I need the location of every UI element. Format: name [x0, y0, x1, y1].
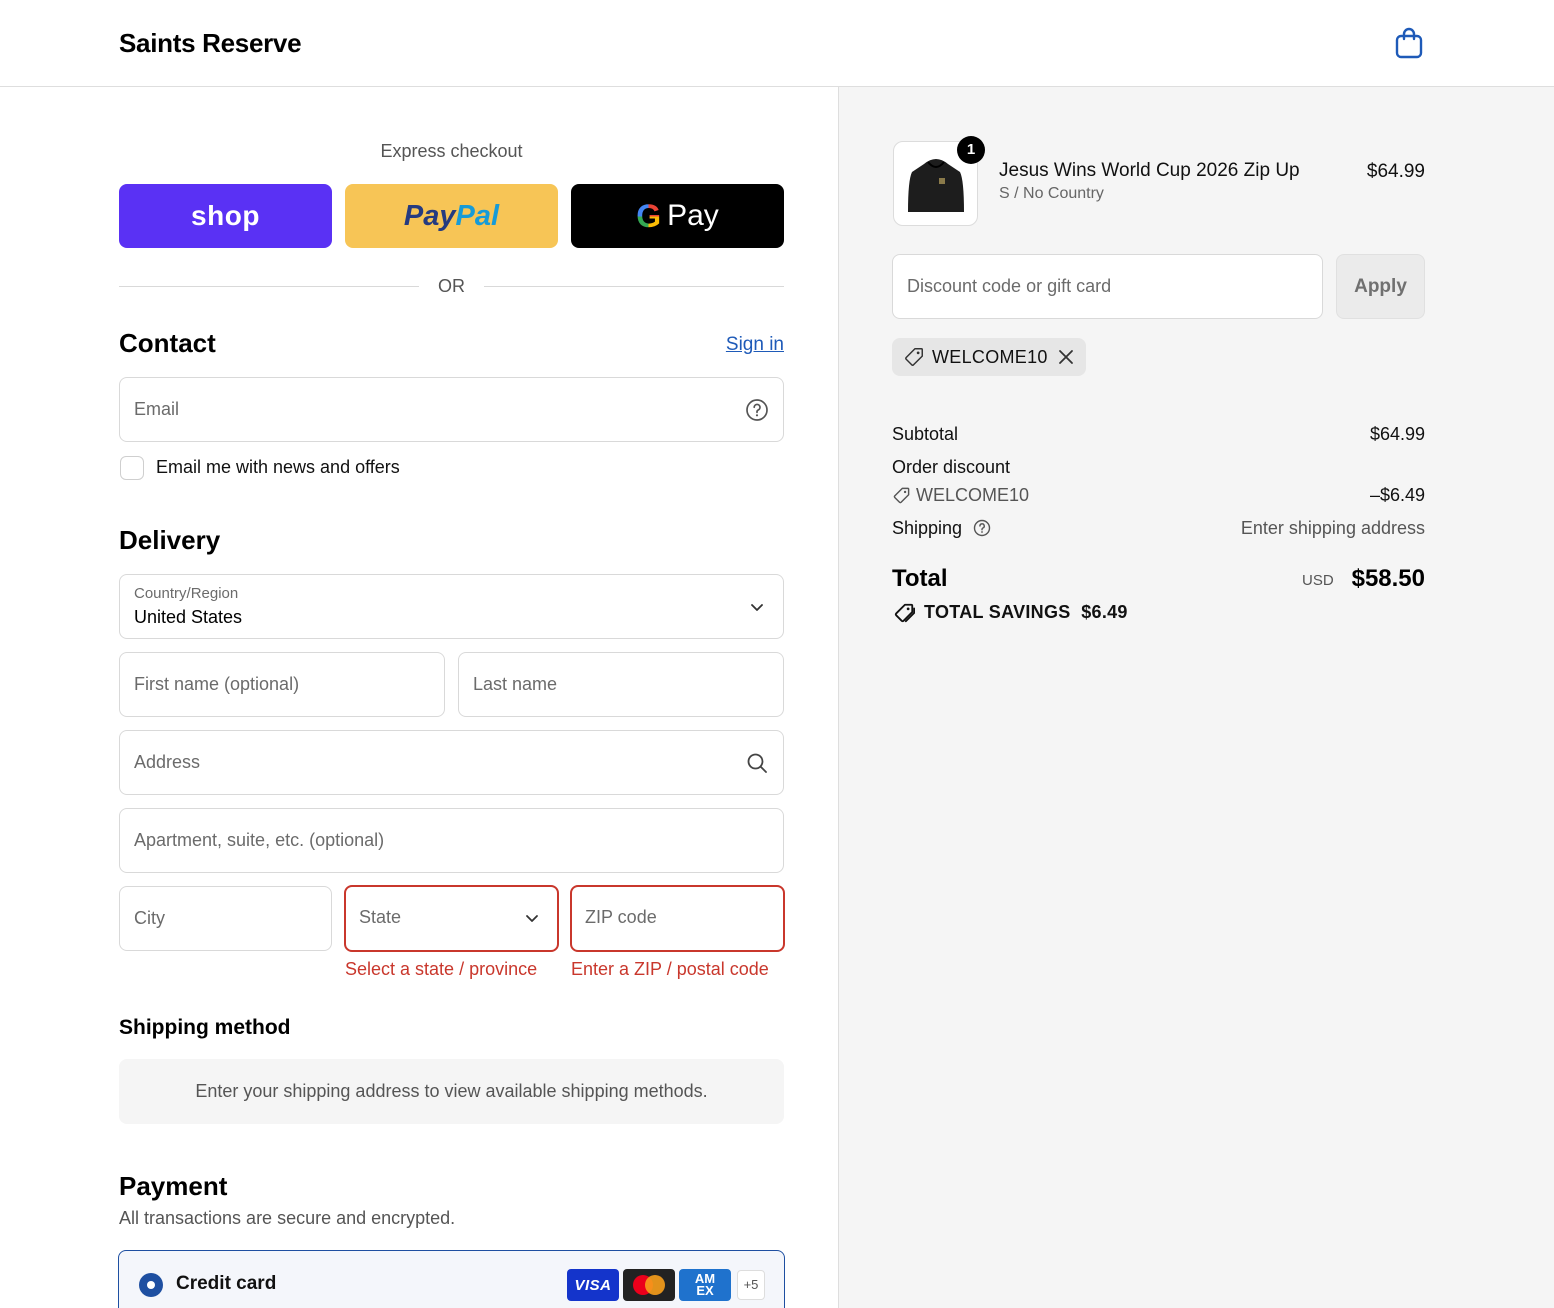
visa-card-icon: VISA [567, 1269, 619, 1301]
state-error-message: Select a state / province [345, 959, 538, 979]
express-checkout-label: Express checkout [380, 141, 523, 161]
savings-value: $6.49 [1081, 602, 1128, 622]
credit-card-option[interactable]: Credit card VISA AM EX +5 [118, 1250, 785, 1308]
paypal-button[interactable]: Pay Pal [345, 184, 558, 248]
subtotal-value: $64.99 [1369, 424, 1425, 444]
apply-discount-button[interactable]: Apply [1336, 254, 1425, 319]
paypal-logo-part1: Pay [403, 199, 456, 232]
help-circle-icon[interactable] [745, 398, 769, 422]
product-price: $64.99 [1366, 161, 1425, 182]
product-name: Jesus Wins World Cup 2026 Zip Up [999, 160, 1300, 181]
subtotal-label: Subtotal [892, 424, 959, 444]
tag-icon [905, 348, 923, 366]
shop-pay-button[interactable]: shop [119, 184, 332, 248]
applied-code-text: WELCOME10 [932, 347, 1048, 367]
shipping-label: Shipping [892, 518, 963, 538]
email-placeholder: Email [134, 399, 180, 419]
discount-value: –$6.49 [1369, 485, 1425, 505]
or-divider-right [484, 286, 784, 287]
shopping-bag-icon[interactable] [1394, 27, 1424, 59]
brand-logo[interactable]: Saints Reserve [119, 28, 302, 59]
total-currency: USD [1302, 572, 1334, 589]
payment-subtitle: All transactions are secure and encrypte… [119, 1208, 456, 1228]
last-name-field[interactable]: Last name [458, 652, 784, 717]
quantity-badge: 1 [957, 136, 985, 164]
address-field[interactable]: Address [119, 730, 784, 795]
city-placeholder: City [134, 908, 165, 928]
shipping-method-heading: Shipping method [119, 1016, 291, 1039]
zip-placeholder: ZIP code [585, 907, 657, 927]
state-placeholder: State [359, 907, 402, 927]
or-divider-text: OR [438, 276, 465, 296]
sign-in-link[interactable]: Sign in [700, 334, 784, 356]
total-label: Total [892, 565, 948, 592]
discount-placeholder: Discount code or gift card [907, 276, 1112, 296]
first-name-placeholder: First name (optional) [134, 674, 300, 694]
payment-heading: Payment [119, 1171, 228, 1201]
country-value: United States [134, 607, 243, 627]
first-name-field[interactable]: First name (optional) [119, 652, 445, 717]
chevron-down-icon [751, 604, 763, 611]
tag-icon [893, 487, 910, 504]
shipping-value: Enter shipping address [1240, 518, 1425, 538]
contact-heading: Contact [119, 328, 216, 358]
last-name-placeholder: Last name [473, 674, 558, 694]
savings-label: TOTAL SAVINGS [924, 602, 1071, 622]
email-field[interactable]: Email [119, 377, 784, 442]
savings-tag-icon [894, 603, 915, 623]
order-discount-label: Order discount [892, 457, 1011, 477]
help-circle-icon[interactable] [973, 519, 991, 537]
page-header: Saints Reserve [0, 0, 1554, 87]
delivery-heading: Delivery [119, 525, 221, 555]
search-icon [747, 753, 767, 773]
paypal-logo-part2: Pal [455, 199, 500, 232]
city-field[interactable]: City [119, 886, 332, 951]
state-select[interactable]: State [344, 885, 559, 952]
address-placeholder: Address [134, 752, 201, 772]
google-g-icon: G [636, 197, 662, 234]
applied-discount-chip: WELCOME10 [892, 338, 1086, 376]
google-pay-button[interactable]: G Pay [571, 184, 784, 248]
shipping-method-notice: Enter your shipping address to view avai… [119, 1059, 784, 1124]
discount-code-input[interactable]: Discount code or gift card [892, 254, 1323, 319]
apartment-field[interactable]: Apartment, suite, etc. (optional) [119, 808, 784, 873]
mastercard-icon [623, 1269, 675, 1301]
total-value: $58.50 [1351, 565, 1425, 592]
newsletter-checkbox[interactable] [120, 456, 144, 480]
country-select[interactable]: Country/Region United States [119, 574, 784, 639]
apartment-placeholder: Apartment, suite, etc. (optional) [134, 830, 385, 850]
zip-field[interactable]: ZIP code [570, 885, 785, 952]
chevron-down-icon [526, 915, 538, 922]
amex-card-icon: AM EX [679, 1269, 731, 1301]
credit-card-label: Credit card [176, 1273, 277, 1294]
product-variant: S / No Country [999, 185, 1104, 202]
close-icon[interactable] [1056, 347, 1076, 367]
total-savings: TOTAL SAVINGS $6.49 [924, 602, 1128, 623]
credit-card-radio[interactable] [139, 1273, 163, 1297]
shop-pay-logo: shop [191, 200, 260, 231]
zip-error-message: Enter a ZIP / postal code [571, 959, 769, 979]
google-pay-label: Pay [667, 199, 719, 232]
more-cards-badge: +5 [737, 1270, 765, 1300]
newsletter-label[interactable]: Email me with news and offers [156, 457, 400, 478]
or-divider-left [119, 286, 419, 287]
discount-code-label: WELCOME10 [916, 485, 1030, 505]
country-label: Country/Region [134, 585, 239, 602]
amex-line-2: EX [696, 1283, 714, 1298]
